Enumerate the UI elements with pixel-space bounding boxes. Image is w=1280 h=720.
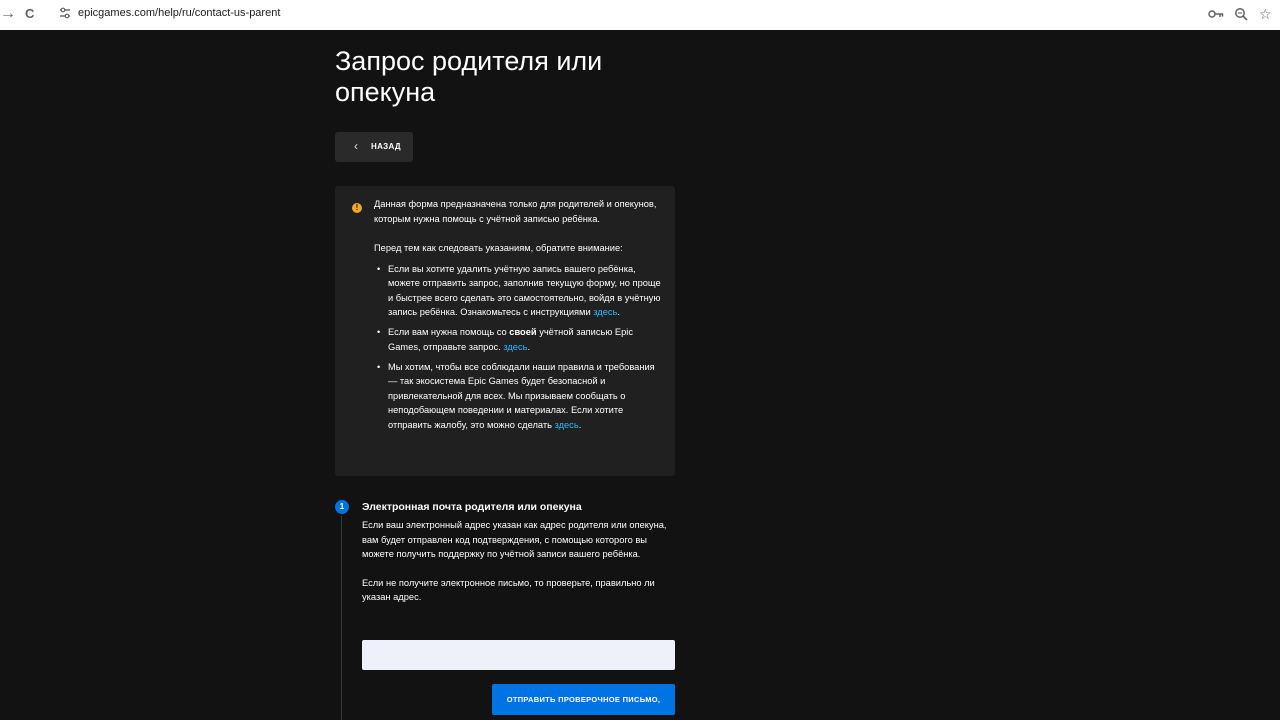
reload-icon[interactable]: C — [25, 4, 34, 24]
page-title: Запрос родителя или опекуна — [335, 46, 603, 107]
here-link[interactable]: здесь — [555, 420, 579, 430]
chevron-left-icon: ‹ — [354, 139, 358, 153]
step-title: Электронная почта родителя или опекуна — [362, 501, 582, 513]
back-button[interactable]: ‹ НАЗАД — [335, 132, 413, 162]
send-button-label: ОТПРАВИТЬ ПРОВЕРОЧНОЕ ПИСЬМО, — [506, 695, 661, 704]
zoom-icon[interactable] — [1234, 7, 1248, 21]
page-content: Запрос родителя или опекуна ‹ НАЗАД ! Да… — [0, 30, 1280, 720]
step-description: Если ваш электронный адрес указан как ад… — [362, 520, 667, 602]
url-text[interactable]: epicgames.com/help/ru/contact-us-parent — [78, 7, 280, 19]
star-icon[interactable]: ☆ — [1259, 5, 1272, 23]
list-item: • Если вам нужна помощь со своей учётной … — [377, 327, 633, 352]
notice-text: Данная форма предназначена только для ро… — [374, 197, 666, 438]
warning-icon: ! — [352, 203, 362, 213]
back-arrow-icon[interactable]: → — [0, 4, 16, 24]
notice-intro: Данная форма предназначена только для ро… — [374, 199, 657, 224]
send-verification-button[interactable]: ОТПРАВИТЬ ПРОВЕРОЧНОЕ ПИСЬМО, — [492, 684, 675, 715]
list-item: • Если вы хотите удалить учётную запись в… — [377, 263, 661, 318]
key-icon[interactable] — [1208, 8, 1224, 20]
browser-toolbar: → C epicgames.com/help/ru/contact-us-par… — [0, 0, 1280, 30]
notice-list: • Если вы хотите удалить учётную запись в… — [374, 262, 666, 433]
step-connector-line — [341, 516, 342, 720]
list-item: • Мы хотим, чтобы все соблюдали наши прав… — [377, 361, 655, 430]
notice-box: ! Данная форма предназначена только для … — [335, 186, 675, 476]
back-button-label: НАЗАД — [371, 142, 401, 151]
email-input[interactable] — [362, 640, 675, 670]
here-link[interactable]: здесь — [503, 342, 527, 352]
here-link[interactable]: здесь — [593, 307, 617, 317]
step-number-badge: 1 — [335, 500, 349, 514]
notice-before: Перед тем как следовать указаниям, обрат… — [374, 243, 623, 253]
site-settings-icon[interactable] — [58, 6, 72, 20]
